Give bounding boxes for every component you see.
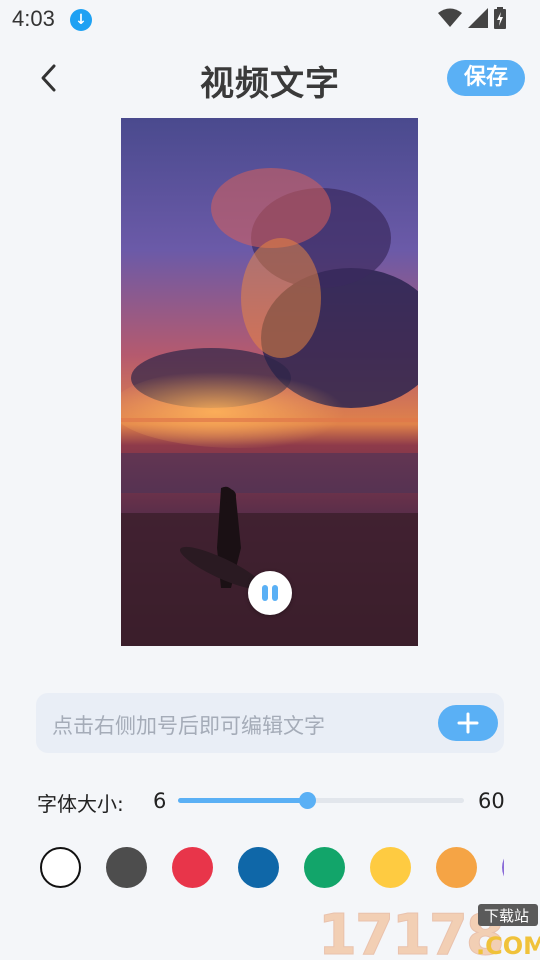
slider-max-value: 60 <box>478 789 505 813</box>
color-swatch[interactable] <box>106 847 147 888</box>
svg-text:.COM: .COM <box>476 932 540 960</box>
status-bar: 4:03 ↓ <box>0 0 540 40</box>
wifi-icon <box>438 8 462 27</box>
pause-icon-bar <box>272 585 278 601</box>
pause-button[interactable] <box>248 571 292 615</box>
status-icons <box>438 6 506 30</box>
download-icon: ↓ <box>70 9 92 31</box>
slider-thumb[interactable] <box>298 792 316 809</box>
color-swatch[interactable] <box>40 847 81 888</box>
font-size-label: 字体大小: <box>37 792 124 816</box>
status-time: 4:03 <box>12 6 55 31</box>
text-input-placeholder: 点击右侧加号后即可编辑文字 <box>52 714 325 738</box>
text-input-field[interactable]: 点击右侧加号后即可编辑文字 <box>36 693 504 753</box>
color-swatch[interactable] <box>436 847 477 888</box>
svg-text:下载站: 下载站 <box>484 907 529 925</box>
color-swatch[interactable] <box>370 847 411 888</box>
color-swatch[interactable] <box>238 847 279 888</box>
plus-icon <box>457 712 479 734</box>
save-button[interactable]: 保存 <box>447 60 525 96</box>
add-text-button[interactable] <box>438 705 498 741</box>
slider-min-value: 6 <box>153 789 167 813</box>
color-swatch[interactable] <box>502 847 504 888</box>
color-swatch[interactable] <box>172 847 213 888</box>
watermark-logo: 17178 下载站 .COM <box>318 903 540 960</box>
color-swatch[interactable] <box>304 847 345 888</box>
video-frame-image <box>121 118 418 646</box>
color-swatch-row <box>39 846 504 890</box>
signal-icon <box>468 8 488 28</box>
battery-icon <box>494 7 506 29</box>
pause-icon <box>262 585 268 601</box>
slider-fill <box>178 798 307 803</box>
font-size-slider[interactable] <box>178 792 464 809</box>
video-preview[interactable] <box>121 118 418 646</box>
